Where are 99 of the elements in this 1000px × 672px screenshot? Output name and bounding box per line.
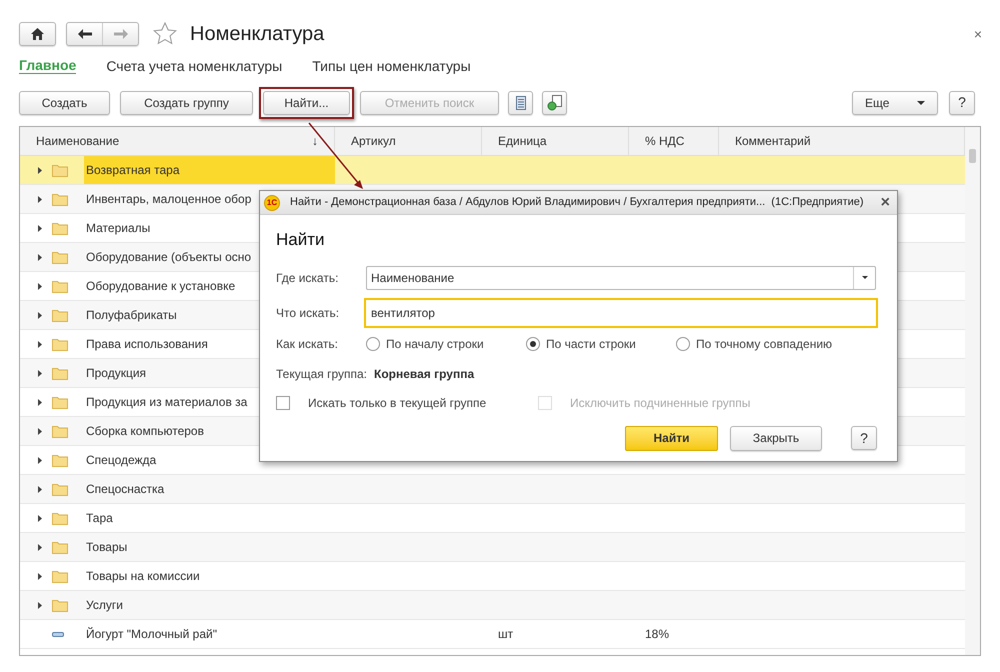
table-cell-text: Материалы: [85, 220, 150, 237]
expand-icon[interactable]: [38, 544, 42, 550]
expand-icon[interactable]: [38, 514, 42, 522]
expand-icon[interactable]: [38, 602, 42, 608]
folder-icon: [52, 482, 68, 496]
folder-icon: [52, 512, 68, 524]
expand-icon[interactable]: [38, 370, 42, 376]
folder-icon: [52, 308, 68, 322]
find-button[interactable]: Найти...: [263, 90, 350, 114]
field-label: Где искать:: [276, 270, 340, 286]
find-button[interactable]: Найти: [625, 426, 718, 450]
folder-icon: [52, 424, 68, 438]
field-label: Что искать:: [276, 304, 340, 322]
tab[interactable]: Счета учета номенклатуры: [106, 58, 282, 74]
folder-icon: [52, 192, 68, 206]
table-cell-text: Оборудование (объекты осно: [85, 249, 252, 266]
report-button[interactable]: [542, 90, 567, 114]
table-cell-text: Продукция из материалов за: [85, 394, 248, 411]
table-cell-text: Права использования: [85, 336, 208, 353]
table-cell-text: шт: [498, 626, 514, 643]
field-label: Текущая группа:: [276, 366, 368, 382]
help-button[interactable]: ?: [851, 426, 877, 450]
arrow-left-icon: [78, 28, 92, 38]
table-cell-text: 18%: [645, 626, 670, 643]
table-cell-text: Оборудование к установке: [85, 278, 236, 295]
table-cell-text: Товары на комиссии: [85, 568, 200, 585]
expand-icon[interactable]: [38, 282, 42, 290]
scrollbar[interactable]: [965, 127, 980, 655]
expand-icon[interactable]: [38, 428, 42, 434]
column-header[interactable]: % НДС: [629, 127, 719, 155]
table-cell-text: Сборка компьютеров: [85, 423, 204, 440]
folder-icon: [52, 570, 68, 582]
arrow-right-icon: [114, 28, 128, 38]
folder-icon: [52, 540, 68, 554]
table-row[interactable]: Услуги: [20, 591, 965, 620]
table-cell: Возвратная тара: [84, 156, 335, 184]
close-button[interactable]: ×: [974, 26, 982, 40]
expand-icon[interactable]: [38, 224, 42, 232]
table-cell-text: Инвентарь, малоценное обор: [85, 191, 252, 208]
table-cell-text: Тара: [85, 510, 113, 527]
table-row[interactable]: Возвратная тара: [20, 156, 965, 185]
create-button[interactable]: Создать: [19, 90, 110, 114]
folder-icon: [52, 222, 68, 234]
current-group: Корневая группа: [374, 364, 474, 382]
dialog-heading: Найти: [276, 229, 326, 251]
expand-icon[interactable]: [38, 340, 42, 348]
expand-icon[interactable]: [38, 456, 42, 464]
folder-icon: [52, 454, 68, 466]
expand-icon[interactable]: [38, 572, 42, 580]
radio-option[interactable]: По началу строки: [366, 334, 526, 352]
table-cell-text: Спецодежда: [85, 452, 156, 469]
table-row[interactable]: Товары: [20, 533, 965, 562]
folder-icon: [52, 598, 68, 612]
dialog-title: Найти - Демонстрационная база / Абдулов Юрий Владимирович / Бухгалтерия предприяти... (1С:Предприятие): [290, 195, 864, 210]
radio-option[interactable]: По точному совпадению: [676, 334, 832, 352]
list-view-button[interactable]: [508, 90, 533, 114]
close-dialog-button[interactable]: Закрыть: [730, 426, 822, 450]
folder-icon: [52, 280, 68, 292]
tab[interactable]: Типы цен номенклатуры: [312, 58, 471, 74]
table-row[interactable]: Спецоснастка: [20, 475, 965, 504]
where-dropdown[interactable]: Наименование: [366, 266, 876, 290]
folder-icon: [52, 396, 68, 408]
caret-icon: [862, 276, 868, 279]
radio-option[interactable]: По части строки: [526, 334, 676, 352]
column-header[interactable]: Артикул: [335, 127, 482, 155]
app-badge: 1С: [264, 194, 280, 210]
create-group-button[interactable]: Создать группу: [120, 90, 253, 114]
table-cell-text: Товары: [85, 539, 128, 556]
expand-icon[interactable]: [38, 312, 42, 318]
help-button[interactable]: ?: [949, 90, 975, 114]
expand-icon[interactable]: [38, 196, 42, 202]
home-icon: [31, 28, 44, 40]
caret-icon: [917, 100, 925, 104]
list-icon: [516, 96, 526, 110]
document-refresh-icon: [546, 94, 562, 110]
home-button[interactable]: [19, 22, 56, 46]
table-cell-text: Продукция: [85, 365, 146, 382]
more-button[interactable]: Еще: [852, 90, 938, 114]
folder-icon: [52, 366, 68, 380]
column-header[interactable]: Наименование ↓: [20, 127, 335, 155]
table-cell-text: Спецоснастка: [85, 481, 164, 498]
checkbox-option[interactable]: Искать только в текущей группе: [276, 394, 538, 412]
folder-icon: [52, 338, 68, 350]
folder-icon: [52, 164, 68, 176]
star-icon[interactable]: [153, 22, 177, 45]
item-icon: [52, 632, 64, 636]
expand-icon[interactable]: [38, 486, 42, 492]
field-label: Как искать:: [276, 336, 339, 352]
expand-icon[interactable]: [38, 166, 42, 174]
close-button[interactable]: ×: [880, 194, 890, 210]
column-header[interactable]: Единица: [482, 127, 629, 155]
expand-icon[interactable]: [38, 254, 42, 260]
window-title: Номенклатура: [190, 22, 324, 46]
table-cell-text: Полуфабрикаты: [85, 307, 177, 324]
search-text-field[interactable]: вентилятор: [364, 298, 878, 328]
expand-icon[interactable]: [38, 398, 42, 406]
table-cell-text: Услуги: [85, 597, 123, 614]
folder-icon: [52, 250, 68, 264]
table-cell-text: Йогурт "Молочный рай": [85, 626, 217, 643]
